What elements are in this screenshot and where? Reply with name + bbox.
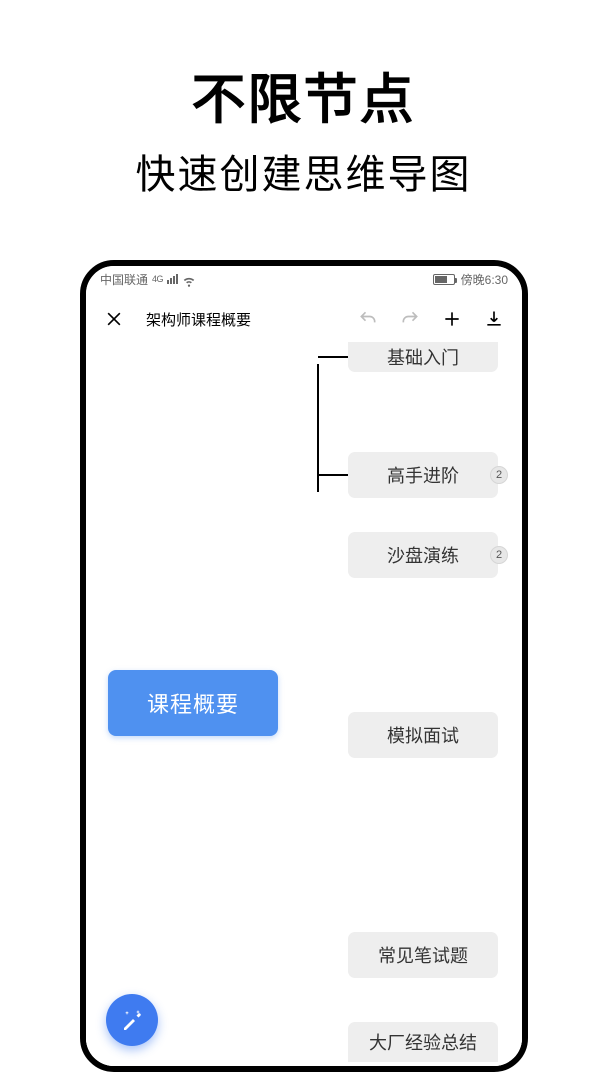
mindmap-child-node[interactable]: 大厂经验总结 xyxy=(348,1022,498,1062)
hero-title: 不限节点 xyxy=(0,55,607,134)
editor-toolbar: 架构师课程概要 xyxy=(86,296,522,342)
status-bar: 中国联通 4G 傍晚6:30 xyxy=(86,266,522,292)
child-node-label: 基础入门 xyxy=(387,344,459,370)
device-frame: 中国联通 4G 傍晚6:30 架构师课程概要 xyxy=(80,260,528,1072)
mindmap-child-node[interactable]: 常见笔试题 xyxy=(348,932,498,978)
mindmap-child-node[interactable]: 高手进阶 2 xyxy=(348,452,498,498)
child-count-badge: 2 xyxy=(490,466,508,484)
mindmap-child-node[interactable]: 模拟面试 xyxy=(348,712,498,758)
carrier-label: 中国联通 xyxy=(100,271,148,288)
child-count-badge: 2 xyxy=(490,546,508,564)
child-node-label: 常见笔试题 xyxy=(378,942,468,968)
hero-subtitle: 快速创建思维导图 xyxy=(0,142,607,200)
undo-icon[interactable] xyxy=(354,305,382,333)
screen: 中国联通 4G 傍晚6:30 架构师课程概要 xyxy=(86,266,522,1066)
child-node-label: 模拟面试 xyxy=(387,722,459,748)
clock-label: 傍晚6:30 xyxy=(461,271,508,288)
download-button[interactable] xyxy=(480,305,508,333)
mindmap-canvas[interactable]: 课程概要 基础入门 高手进阶 2 沙盘演练 2 模拟面试 常见笔试题 xyxy=(86,342,522,1066)
network-type-label: 4G xyxy=(152,274,163,284)
battery-icon xyxy=(433,274,455,285)
child-node-label: 沙盘演练 xyxy=(387,542,459,568)
mindmap-child-node[interactable]: 沙盘演练 2 xyxy=(348,532,498,578)
mindmap-root-node[interactable]: 课程概要 xyxy=(108,670,278,736)
root-node-label: 课程概要 xyxy=(147,687,239,719)
mindmap-child-node[interactable]: 基础入门 xyxy=(348,342,498,372)
document-title: 架构师课程概要 xyxy=(146,309,340,330)
close-icon[interactable] xyxy=(100,305,128,333)
connector-lines xyxy=(86,342,386,492)
hero-header: 不限节点 快速创建思维导图 xyxy=(0,0,607,200)
wifi-icon xyxy=(182,274,196,284)
magic-wand-fab[interactable] xyxy=(106,994,158,1046)
add-button[interactable] xyxy=(438,305,466,333)
child-node-label: 高手进阶 xyxy=(387,462,459,488)
child-node-label: 大厂经验总结 xyxy=(369,1029,477,1055)
signal-bars-icon xyxy=(167,274,178,284)
redo-icon[interactable] xyxy=(396,305,424,333)
